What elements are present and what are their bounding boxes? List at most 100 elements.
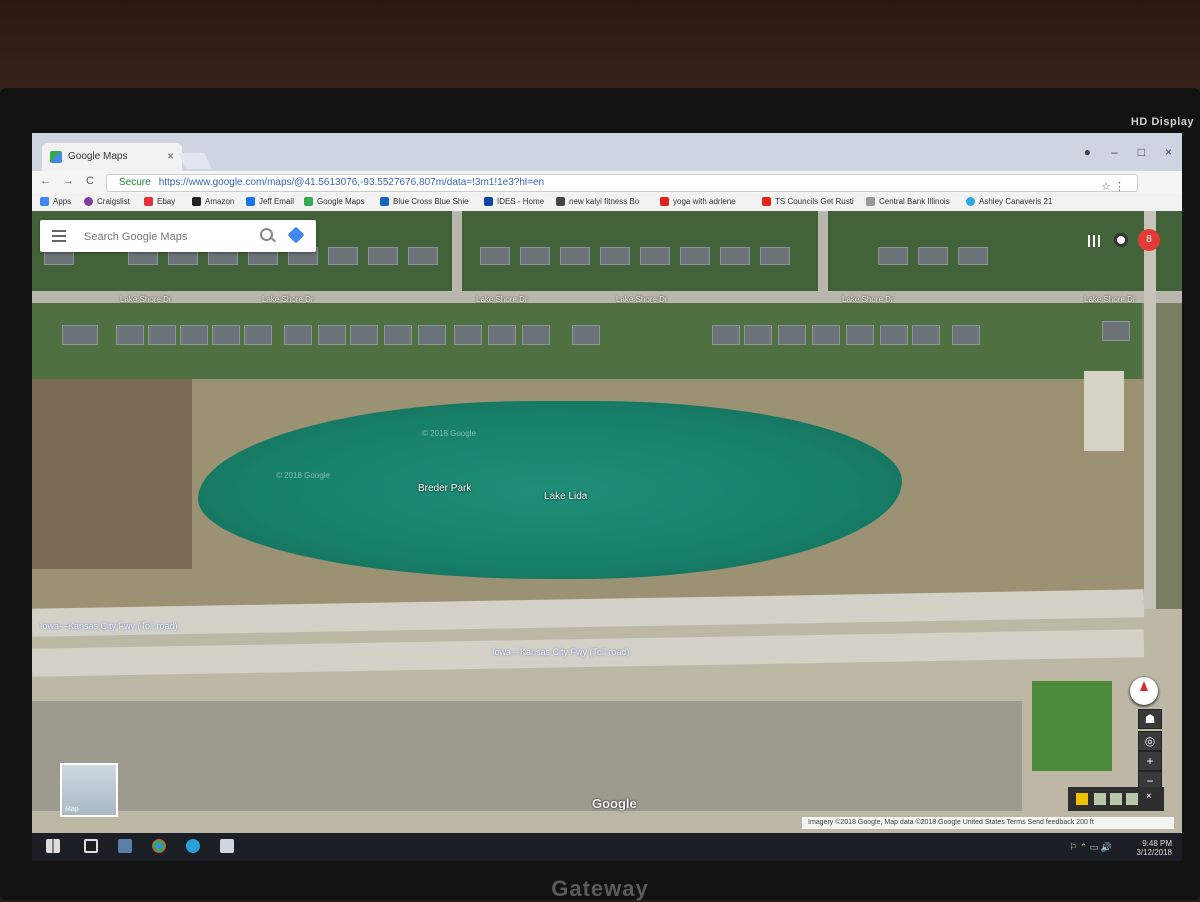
start-icon[interactable] — [46, 839, 60, 853]
screen: Google Maps × ● – □ × ← → C Secure https:… — [32, 133, 1182, 861]
pegman-icon[interactable]: ☗ — [1138, 709, 1162, 729]
house — [1102, 321, 1130, 341]
house — [760, 247, 790, 265]
house — [640, 247, 670, 265]
house — [712, 325, 740, 345]
new-tab-button[interactable] — [178, 153, 212, 169]
hamburger-menu-icon[interactable] — [52, 230, 66, 242]
file-explorer-icon[interactable] — [118, 839, 132, 853]
clock-date: 3/12/2018 — [1136, 848, 1172, 857]
house — [328, 247, 358, 265]
house — [522, 325, 550, 345]
lake-label[interactable]: Lake Lida — [544, 491, 587, 502]
street-label: Lake Shore Dr — [476, 295, 528, 304]
bookmark-ashley[interactable]: Ashley Canaveris 21 — [966, 197, 1052, 207]
tab-bar: Google Maps × ● – □ × — [32, 133, 1182, 171]
bookmark-ebay[interactable]: Ebay — [144, 197, 175, 207]
chrome-icon[interactable] — [152, 839, 166, 853]
layers-toggle[interactable]: Map — [60, 763, 118, 817]
address-bar: ← → C Secure https://www.google.com/maps/… — [32, 171, 1182, 194]
close-window-button[interactable]: × — [1165, 145, 1172, 159]
house — [812, 325, 840, 345]
window-controls: ● – □ × — [1084, 145, 1172, 159]
profile-icon[interactable]: ● — [1084, 145, 1091, 159]
satellite-map[interactable]: Lake Shore Dr Lake Shore Dr Lake Shore D… — [32, 211, 1182, 833]
thumbnail[interactable] — [1110, 793, 1122, 805]
task-view-icon[interactable] — [84, 839, 98, 853]
windows-taskbar: ⚐ ⌃ ▭ 🔊 9:48 PM 3/12/2018 — [32, 833, 1182, 861]
bookmark-google-maps[interactable]: Google Maps — [304, 197, 365, 207]
bookmark-jeff-email[interactable]: Jeff Email — [246, 197, 294, 207]
house — [244, 325, 272, 345]
cross-street-2 — [818, 211, 828, 291]
house — [952, 325, 980, 345]
house — [680, 247, 710, 265]
directions-icon[interactable] — [287, 226, 305, 244]
house — [488, 325, 516, 345]
edge-icon[interactable] — [186, 839, 200, 853]
bookmark-amazon[interactable]: Amazon — [192, 197, 234, 207]
notifications-icon[interactable] — [1114, 233, 1128, 247]
bookmark-blue-cross[interactable]: Blue Cross Blue Shie — [380, 197, 469, 207]
house — [318, 325, 346, 345]
google-apps-icon[interactable] — [1088, 235, 1100, 247]
house — [454, 325, 482, 345]
forward-icon[interactable]: → — [63, 175, 74, 187]
mail-icon[interactable] — [220, 839, 234, 853]
google-maps-favicon-icon — [50, 151, 62, 163]
farm-field — [32, 701, 1022, 811]
zoom-in-button[interactable]: + — [1138, 751, 1162, 771]
park-label[interactable]: Breder Park — [418, 483, 471, 494]
house — [180, 325, 208, 345]
back-icon[interactable]: ← — [40, 175, 51, 187]
house — [958, 247, 988, 265]
tab-close-icon[interactable]: × — [167, 149, 174, 163]
house — [480, 247, 510, 265]
account-avatar[interactable]: 8 — [1138, 229, 1160, 251]
bookmark-fitness[interactable]: new kalyi fitness Bo — [556, 197, 639, 207]
bookmark-yoga[interactable]: yoga with adriene — [660, 197, 736, 207]
imagery-thumbnails[interactable]: × — [1068, 787, 1164, 811]
house — [600, 247, 630, 265]
bookmark-central-bank[interactable]: Central Bank Illinois — [866, 197, 950, 207]
hd-display-label: HD Display — [1130, 116, 1194, 128]
omnibox[interactable]: Secure https://www.google.com/maps/@41.56… — [106, 174, 1138, 193]
house — [418, 325, 446, 345]
house — [878, 247, 908, 265]
reload-icon[interactable]: C — [86, 175, 94, 187]
bookmark-craigslist[interactable]: Craigslist — [84, 197, 130, 207]
highway-label-lower: Iowa—Kansas City Fwy (Toll road) — [492, 647, 630, 657]
search-input[interactable] — [82, 228, 256, 246]
tab-title: Google Maps — [68, 151, 128, 162]
monitor-brand-label: Gateway — [551, 876, 649, 901]
thumbnail[interactable] — [1094, 793, 1106, 805]
tab-google-maps[interactable]: Google Maps × — [42, 143, 182, 171]
street-label: Lake Shore Dr — [120, 295, 172, 304]
secure-label: Secure — [119, 177, 151, 188]
bookmark-ts-councils[interactable]: TS Councils Get Rusti — [762, 197, 854, 207]
parking-lot — [1084, 371, 1124, 451]
house — [62, 325, 98, 345]
house — [912, 325, 940, 345]
house — [384, 325, 412, 345]
house — [720, 247, 750, 265]
my-location-icon[interactable]: ◎ — [1138, 731, 1162, 751]
lake-lida — [198, 401, 902, 579]
house — [116, 325, 144, 345]
house — [368, 247, 398, 265]
system-tray-icons[interactable]: ⚐ ⌃ ▭ 🔊 — [1069, 842, 1112, 853]
house — [778, 325, 806, 345]
pegman-thumb-icon[interactable] — [1076, 793, 1088, 805]
street-north — [32, 291, 1182, 303]
bookmark-apps[interactable]: Apps — [40, 197, 71, 207]
close-thumbs-icon[interactable]: × — [1146, 791, 1158, 803]
search-icon[interactable] — [260, 228, 273, 241]
clock[interactable]: 9:48 PM 3/12/2018 — [1136, 839, 1172, 857]
layers-label: Map — [65, 806, 79, 813]
bookmark-ides[interactable]: IDES - Home — [484, 197, 544, 207]
minimize-button[interactable]: – — [1111, 145, 1118, 159]
bookmarks-bar: Apps Craigslist Ebay Amazon Jeff Email G… — [32, 193, 1182, 212]
compass-icon[interactable] — [1130, 677, 1158, 705]
thumbnail[interactable] — [1126, 793, 1138, 805]
maximize-button[interactable]: □ — [1138, 145, 1145, 159]
